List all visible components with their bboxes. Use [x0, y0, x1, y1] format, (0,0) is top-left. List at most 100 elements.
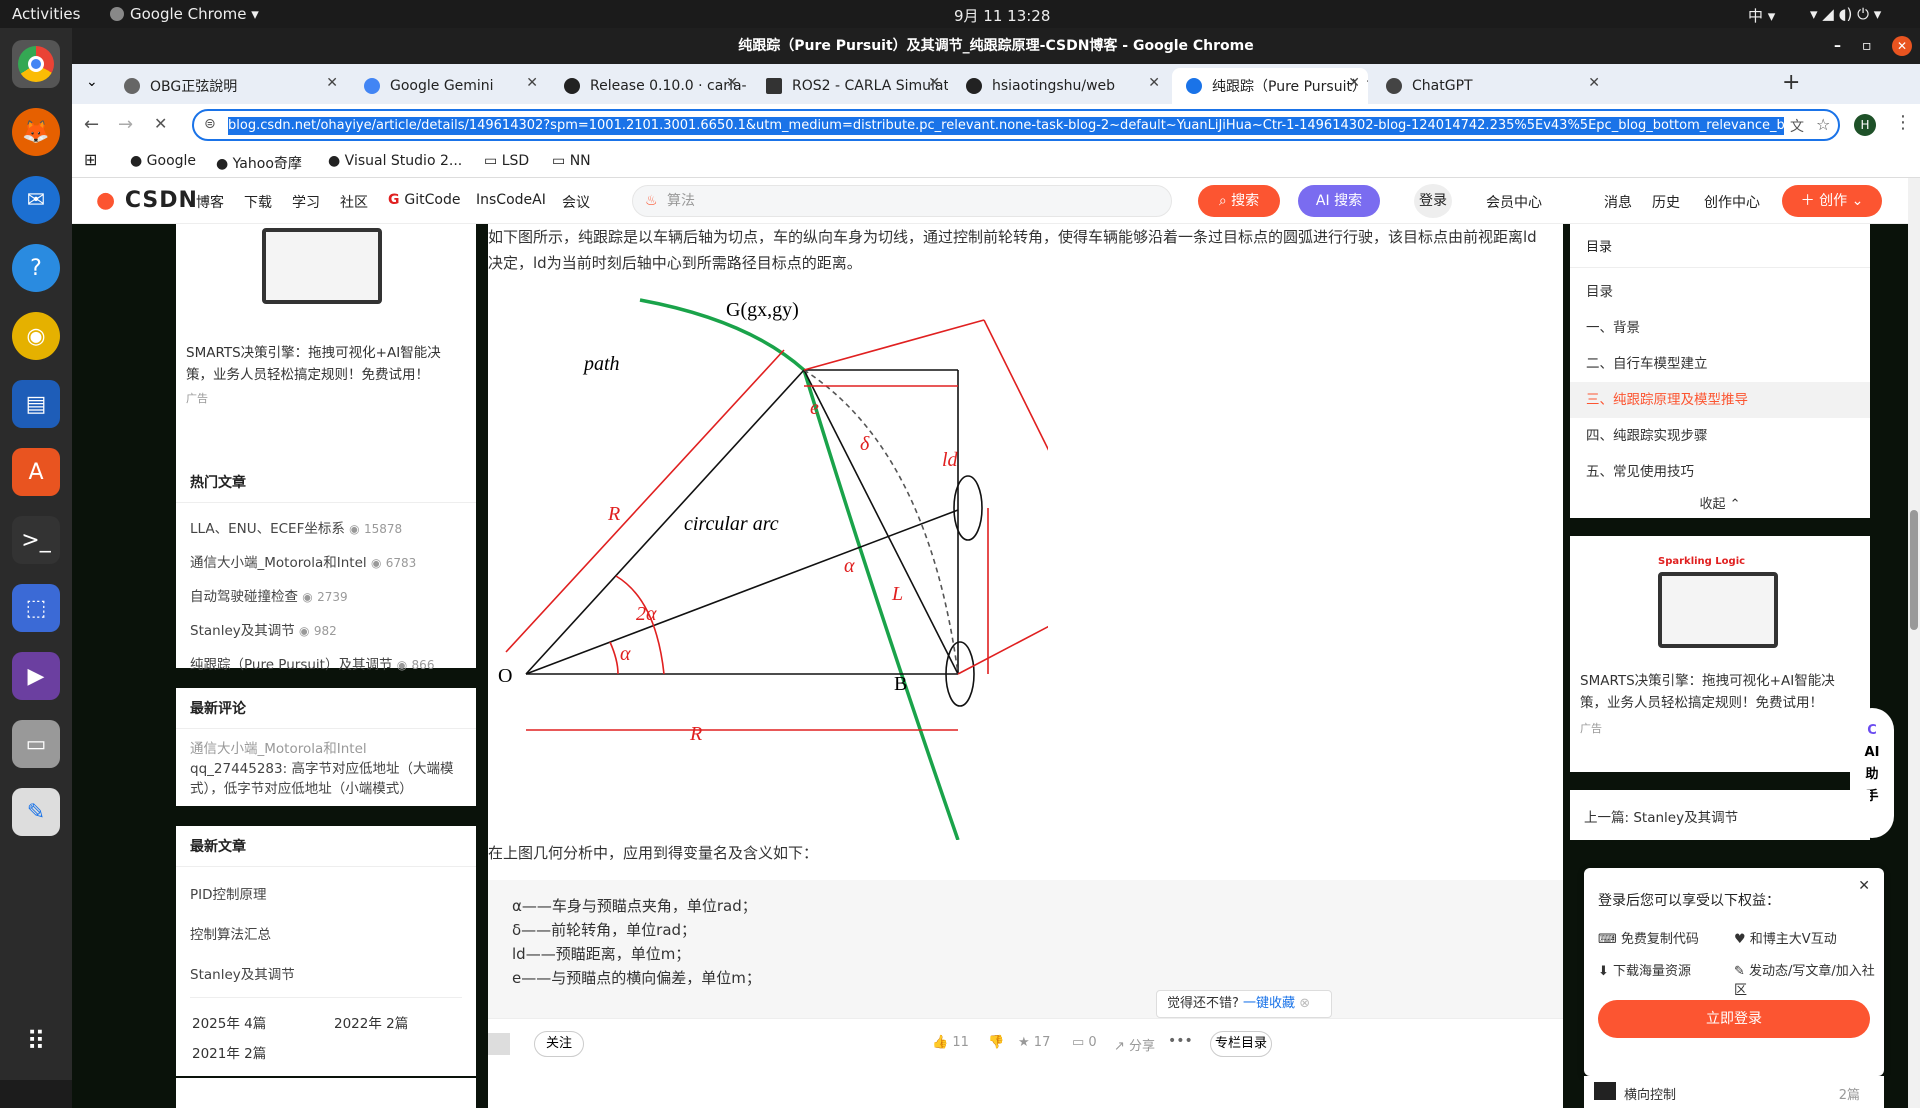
- tab-search-icon[interactable]: ⌄: [86, 74, 98, 90]
- tab-ros2[interactable]: ROS2 - CARLA Simulator ✕: [752, 68, 948, 104]
- search-button[interactable]: ⌕ 搜索: [1198, 185, 1280, 217]
- tab-release[interactable]: Release 0.10.0 · carla-sim✕: [550, 68, 746, 104]
- bookmark-star-icon[interactable]: ☆: [1816, 115, 1830, 134]
- nav-history[interactable]: 历史: [1652, 192, 1680, 212]
- url-text[interactable]: blog.csdn.net/ohayiye/article/details/14…: [228, 117, 1784, 135]
- scrollbar-thumb[interactable]: [1910, 510, 1918, 630]
- terminal-icon[interactable]: >_: [12, 516, 60, 564]
- menu-icon[interactable]: ⋮: [1894, 112, 1912, 133]
- bookmark-visual-studio[interactable]: ● Visual Studio 2...: [328, 153, 462, 169]
- archive-2025[interactable]: 2025年 4篇: [192, 1012, 266, 1032]
- close-tab-icon[interactable]: ✕: [526, 75, 538, 91]
- apps-grid-icon[interactable]: ⊞: [84, 150, 97, 169]
- new-tab-button[interactable]: +: [1782, 70, 1800, 95]
- toc-collapse-button[interactable]: 收起 ⌃: [1570, 490, 1870, 520]
- nav-creator-center[interactable]: 创作中心: [1704, 192, 1760, 212]
- create-button[interactable]: ＋ 创作 ⌄: [1782, 185, 1882, 217]
- csdn-logo[interactable]: ● CSDN: [96, 188, 198, 213]
- minimize-button[interactable]: –: [1834, 28, 1841, 64]
- nav-learn[interactable]: 学习: [292, 192, 320, 212]
- hot-article-item[interactable]: 自动驾驶碰撞检查 ◉ 2739: [190, 585, 462, 605]
- files-icon[interactable]: ▭: [12, 720, 60, 768]
- rhythmbox-icon[interactable]: ◉: [12, 312, 60, 360]
- software-center-icon[interactable]: A: [12, 448, 60, 496]
- latest-article-item[interactable]: PID控制原理: [190, 883, 462, 903]
- right-ad-card[interactable]: Sparkling Logic SMARTS决策引擎：拖拽可视化+AI智能决策，…: [1570, 536, 1870, 772]
- close-popup-icon[interactable]: ✕: [1858, 878, 1870, 894]
- system-status-icons[interactable]: ▾ ◢ ◖) ⏻ ▾: [1810, 5, 1881, 23]
- latest-article-item[interactable]: Stanley及其调节: [190, 963, 462, 983]
- firefox-icon[interactable]: 🦊: [12, 108, 60, 156]
- favorite-toast[interactable]: 觉得还不错? 一键收藏 ⊗: [1156, 990, 1332, 1018]
- left-ad-card[interactable]: SMARTS决策引擎：拖拽可视化+AI智能决策，业务人员轻松搞定规则！免费试用！…: [176, 224, 476, 462]
- translate-icon[interactable]: 文: [1790, 116, 1804, 136]
- libreoffice-writer-icon[interactable]: ▤: [12, 380, 60, 428]
- tab-gemini[interactable]: Google Gemini ✕: [350, 68, 546, 104]
- nav-inscodeai[interactable]: InsCodeAI: [476, 192, 546, 208]
- tab-hsiaotingshu[interactable]: hsiaotingshu/web ✕: [952, 68, 1168, 104]
- tab-obg[interactable]: OBG正弦說明 ✕: [110, 68, 346, 104]
- nav-gitcode[interactable]: G GitCode: [388, 192, 460, 208]
- app-menu[interactable]: Google Chrome ▾: [110, 5, 259, 23]
- forward-icon[interactable]: →: [118, 114, 133, 135]
- thunderbird-icon[interactable]: ✉: [12, 176, 60, 224]
- site-info-icon[interactable]: ⊜: [204, 116, 216, 132]
- toc-item-tips[interactable]: 五、常见使用技巧: [1570, 454, 1870, 490]
- close-toast-icon[interactable]: ⊗: [1299, 996, 1310, 1011]
- login-link[interactable]: 登录: [1414, 184, 1452, 218]
- tab-pure-pursuit[interactable]: 纯跟踪（Pure Pursuit）7 ✕: [1172, 68, 1368, 104]
- video-player-icon[interactable]: ▶: [12, 652, 60, 700]
- activities-button[interactable]: Activities: [12, 5, 80, 23]
- screenshot-icon[interactable]: ⬚: [12, 584, 60, 632]
- chrome-launcher-icon[interactable]: [12, 40, 60, 88]
- stop-icon[interactable]: ✕: [154, 114, 167, 133]
- nav-vip[interactable]: 会员中心: [1486, 192, 1542, 212]
- nav-messages[interactable]: 消息: [1604, 192, 1632, 212]
- toc-item-principle[interactable]: 三、纯跟踪原理及模型推导: [1570, 382, 1870, 418]
- prev-article-card[interactable]: 上一篇: Stanley及其调节: [1570, 790, 1870, 840]
- address-bar[interactable]: ⊜ blog.csdn.net/ohayiye/article/details/…: [192, 109, 1840, 141]
- profile-avatar[interactable]: H: [1854, 114, 1876, 136]
- share-button[interactable]: ↗ 分享: [1114, 1035, 1155, 1054]
- hot-article-item[interactable]: LLA、ENU、ECEF坐标系 ◉ 15878: [190, 517, 462, 537]
- nav-blog[interactable]: 博客: [196, 192, 224, 212]
- close-tab-icon[interactable]: ✕: [726, 75, 738, 91]
- maximize-button[interactable]: ▫: [1862, 28, 1872, 64]
- bookmark-folder-nn[interactable]: ▭ NN: [552, 153, 591, 169]
- nav-meeting[interactable]: 会议: [562, 192, 590, 212]
- toc-item-catalog[interactable]: 目录: [1570, 274, 1870, 310]
- close-tab-icon[interactable]: ✕: [326, 75, 338, 91]
- close-tab-icon[interactable]: ✕: [1148, 75, 1160, 91]
- dislike-icon[interactable]: 👎: [988, 1035, 1004, 1050]
- nav-download[interactable]: 下载: [244, 192, 272, 212]
- text-editor-icon[interactable]: ✎: [12, 788, 60, 836]
- csdn-search-input[interactable]: ♨ 算法: [632, 185, 1172, 217]
- close-tab-icon[interactable]: ✕: [928, 75, 940, 91]
- hot-article-item[interactable]: 纯跟踪（Pure Pursuit）及其调节 ◉ 866: [190, 653, 462, 673]
- author-avatar[interactable]: [488, 1033, 510, 1055]
- help-icon[interactable]: ?: [12, 244, 60, 292]
- toc-item-steps[interactable]: 四、纯跟踪实现步骤: [1570, 418, 1870, 454]
- scrollbar[interactable]: [1908, 178, 1920, 1108]
- ai-search-button[interactable]: AI 搜索: [1298, 185, 1380, 217]
- latest-article-item[interactable]: 控制算法汇总: [190, 923, 462, 943]
- toc-item-background[interactable]: 一、背景: [1570, 310, 1870, 346]
- bookmark-folder-lsd[interactable]: ▭ LSD: [484, 153, 529, 169]
- follow-button[interactable]: 关注: [534, 1031, 584, 1057]
- bookmark-google[interactable]: ● Google: [130, 153, 196, 169]
- column-list-item[interactable]: 横向控制 2篇: [1584, 1076, 1884, 1108]
- back-icon[interactable]: ←: [84, 114, 99, 135]
- bookmark-yahoo[interactable]: ● Yahoo奇摩: [216, 153, 302, 173]
- hot-article-item[interactable]: 通信大小端_Motorola和Intel ◉ 6783: [190, 551, 462, 571]
- hot-article-item[interactable]: Stanley及其调节 ◉ 982: [190, 619, 462, 639]
- more-icon[interactable]: •••: [1168, 1033, 1193, 1049]
- close-tab-icon[interactable]: ✕: [1588, 75, 1600, 91]
- like-button[interactable]: 👍 11: [932, 1035, 969, 1050]
- close-window-button[interactable]: ✕: [1892, 36, 1912, 56]
- column-catalog-button[interactable]: 专栏目录: [1210, 1031, 1272, 1057]
- comment-article-link[interactable]: 通信大小端_Motorola和Intel: [190, 739, 462, 759]
- archive-2022[interactable]: 2022年 2篇: [334, 1012, 408, 1032]
- input-method[interactable]: 中 ▾: [1748, 5, 1775, 26]
- comment-text[interactable]: qq_27445283: 高字节对应低地址（大端模式），低字节对应低地址（小端模…: [190, 759, 462, 799]
- clock[interactable]: 9月 11 13:28: [954, 5, 1050, 26]
